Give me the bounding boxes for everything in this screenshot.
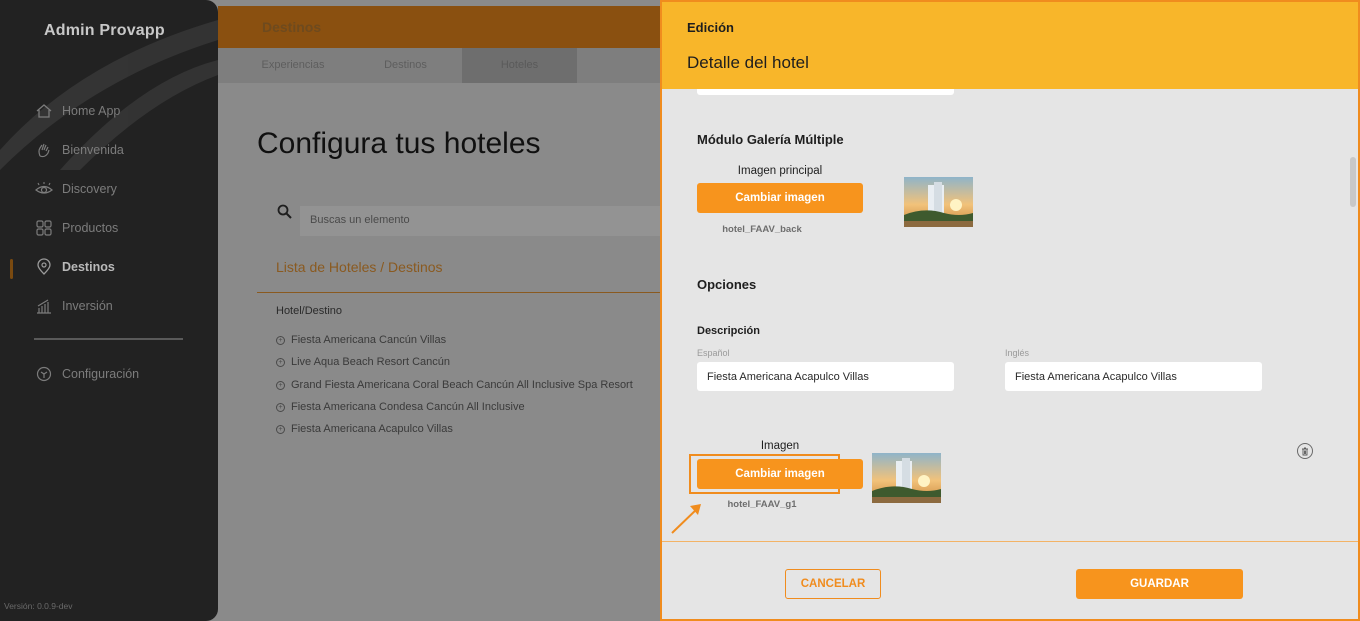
top-bar-title: Destinos	[262, 19, 322, 35]
pointer-arrow-icon	[671, 504, 701, 534]
main-image-label: Imagen principal	[737, 165, 823, 177]
scrollbar-thumb[interactable]	[1350, 157, 1356, 207]
sidebar-divider	[34, 338, 183, 340]
sidebar-item-home-app[interactable]: Home App	[34, 101, 120, 120]
partial-input-field[interactable]	[697, 89, 954, 95]
list-item-label: Live Aqua Beach Resort Cancún	[291, 356, 450, 368]
sidebar-item-label: Bienvenida	[62, 142, 124, 157]
description-label: Descripción	[697, 325, 760, 337]
sidebar-item-destinos[interactable]: Destinos	[34, 257, 115, 276]
home-icon	[34, 101, 53, 120]
modal-kicker: Edición	[687, 20, 734, 35]
spanish-label: Español	[697, 348, 730, 358]
tab-hoteles[interactable]: Hoteles	[462, 48, 577, 83]
list-item[interactable]: + Live Aqua Beach Resort Cancún	[276, 356, 450, 368]
english-description-field[interactable]	[1005, 362, 1262, 391]
expand-icon[interactable]: +	[276, 424, 285, 434]
tab-destinos[interactable]: Destinos	[363, 48, 448, 83]
eye-icon	[34, 179, 53, 198]
list-item[interactable]: + Fiesta Americana Condesa Cancún All In…	[276, 401, 525, 413]
modal-header: Edición Detalle del hotel	[662, 2, 1358, 89]
scrollbar[interactable]	[1350, 89, 1356, 541]
cancel-button[interactable]: CANCELAR	[785, 569, 881, 599]
version-text: Versión: 0.0.9-dev	[4, 601, 73, 611]
top-bar: Destinos	[218, 6, 678, 48]
active-indicator	[10, 259, 13, 279]
list-item-label: Fiesta Americana Cancún Villas	[291, 334, 447, 346]
settings-icon	[34, 364, 53, 383]
sidebar-item-label: Inversión	[62, 298, 113, 313]
list-item[interactable]: + Grand Fiesta Americana Coral Beach Can…	[276, 379, 633, 391]
sidebar-item-label: Productos	[62, 220, 119, 235]
list-divider	[257, 292, 687, 293]
hand-wave-icon	[34, 140, 53, 159]
gallery-section-title: Módulo Galería Múltiple	[697, 132, 844, 147]
save-button[interactable]: GUARDAR	[1076, 569, 1243, 599]
brand-title: Admin Provapp	[44, 22, 165, 39]
sidebar-item-label: Discovery	[62, 181, 117, 196]
delete-icon[interactable]	[1297, 443, 1313, 459]
main-image-filename: hotel_FAAV_back	[722, 224, 802, 235]
expand-icon[interactable]: +	[276, 380, 285, 390]
list-item-label: Grand Fiesta Americana Coral Beach Cancú…	[291, 379, 633, 391]
sidebar-item-discovery[interactable]: Discovery	[34, 179, 117, 198]
list-title: Lista de Hoteles / Destinos	[276, 259, 443, 275]
sidebar-item-configuracion[interactable]: Configuración	[34, 364, 139, 383]
expand-icon[interactable]: +	[276, 335, 285, 345]
main-image-thumbnail	[904, 177, 973, 227]
list-item[interactable]: + Fiesta Americana Cancún Villas	[276, 334, 446, 346]
sidebar-item-inversion[interactable]: Inversión	[34, 296, 113, 315]
sidebar-item-label: Configuración	[62, 366, 140, 381]
list-item-label: Fiesta Americana Condesa Cancún All Incl…	[291, 401, 525, 413]
column-header: Hotel/Destino	[276, 305, 343, 317]
sidebar-item-label: Destinos	[62, 259, 115, 274]
tab-experiencias[interactable]: Experiencias	[248, 48, 338, 83]
change-image-button[interactable]: Cambiar imagen	[697, 459, 863, 489]
search-icon[interactable]	[277, 204, 293, 225]
search-input[interactable]: Buscas un elemento	[300, 206, 680, 236]
expand-icon[interactable]: +	[276, 402, 285, 412]
image-thumbnail	[872, 453, 941, 503]
bar-chart-icon	[34, 296, 53, 315]
spanish-description-field[interactable]	[697, 362, 954, 391]
sidebar-item-bienvenida[interactable]: Bienvenida	[34, 140, 124, 159]
list-item-label: Fiesta Americana Acapulco Villas	[291, 423, 453, 435]
sidebar: Admin Provapp Home App Bienvenida Discov…	[0, 0, 218, 621]
tab-bar: Experiencias Destinos Hoteles	[218, 48, 678, 83]
expand-icon[interactable]: +	[276, 357, 285, 367]
footer-divider	[662, 541, 1358, 542]
options-section-title: Opciones	[697, 277, 757, 292]
english-label: Inglés	[1005, 348, 1030, 358]
change-main-image-button[interactable]: Cambiar imagen	[697, 183, 863, 213]
grid-icon	[34, 218, 53, 237]
location-pin-icon	[34, 257, 53, 276]
image-label: Imagen	[760, 440, 800, 452]
hotel-detail-modal: Edición Detalle del hotel Módulo Galería…	[660, 0, 1360, 621]
page-title: Configura tus hoteles	[257, 127, 541, 160]
modal-body: Módulo Galería Múltiple Imagen principal…	[662, 89, 1358, 541]
sidebar-item-label: Home App	[62, 103, 121, 118]
modal-title: Detalle del hotel	[687, 53, 809, 72]
sidebar-item-productos[interactable]: Productos	[34, 218, 118, 237]
list-item[interactable]: + Fiesta Americana Acapulco Villas	[276, 423, 453, 435]
